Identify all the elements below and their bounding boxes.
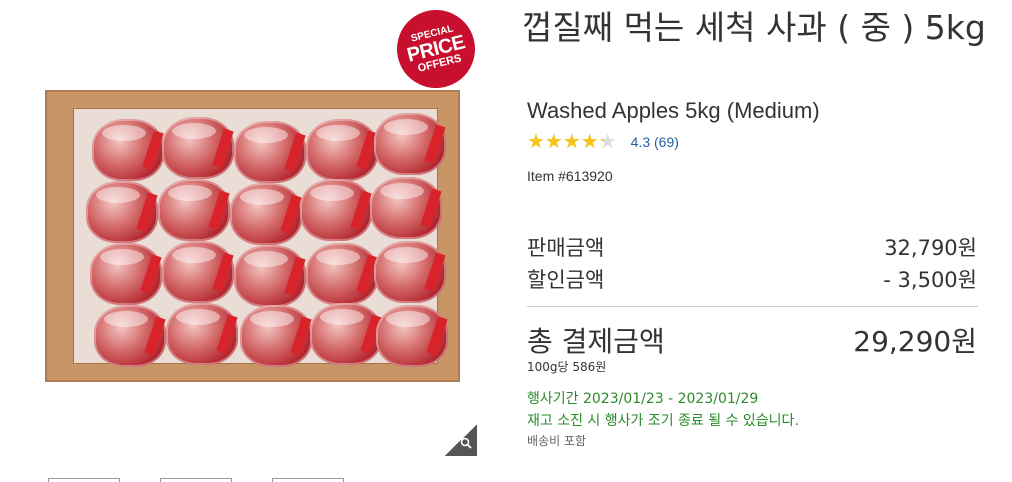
promotion-period: 행사기간 2023/01/23 - 2023/01/29 bbox=[527, 391, 759, 407]
zoom-button[interactable] bbox=[445, 424, 477, 456]
discount-row: 할인금액 - 3,500원 bbox=[527, 264, 977, 294]
sale-price-row: 판매금액 32,790원 bbox=[527, 232, 977, 262]
price-divider bbox=[527, 306, 978, 307]
shipping-info: 배송비 포함 bbox=[527, 434, 587, 448]
rating-value: 4.3 bbox=[630, 134, 651, 150]
product-image-gallery: SPECIAL PRICE OFFERS bbox=[0, 0, 500, 482]
rating[interactable]: ★★★★★ ★★★★★ 4.3 (69) bbox=[527, 132, 679, 152]
special-price-badge: SPECIAL PRICE OFFERS bbox=[388, 1, 484, 97]
item-number: Item #613920 bbox=[527, 168, 613, 184]
apple-box-illustration bbox=[73, 108, 448, 367]
total-price-row: 총 결제금액 29,290원 bbox=[527, 320, 977, 360]
product-detail-page: SPECIAL PRICE OFFERS 껍질째 먹는 세척 사과 ( 중 ) … bbox=[0, 0, 1012, 482]
thumbnail[interactable] bbox=[272, 478, 344, 482]
discount-value: - 3,500원 bbox=[883, 268, 977, 292]
magnifier-icon bbox=[460, 437, 472, 452]
star-icon: ★★★★★ ★★★★★ bbox=[527, 132, 617, 152]
promotion-note: 재고 소진 시 행사가 조기 종료 될 수 있습니다. bbox=[527, 413, 799, 429]
thumbnail-strip bbox=[0, 478, 500, 482]
rating-link[interactable]: 4.3 (69) bbox=[631, 134, 679, 150]
star-rating-fill: ★★★★★ bbox=[527, 132, 604, 152]
discount-label: 할인금액 bbox=[527, 268, 605, 292]
thumbnail[interactable] bbox=[160, 478, 232, 482]
review-count: (69) bbox=[654, 134, 679, 150]
thumbnail[interactable] bbox=[48, 478, 120, 482]
total-price-label: 총 결제금액 bbox=[527, 325, 665, 358]
sale-price-label: 판매금액 bbox=[527, 236, 605, 260]
total-price-value: 29,290원 bbox=[853, 325, 977, 358]
product-image[interactable] bbox=[45, 90, 460, 382]
product-subtitle: Washed Apples 5kg (Medium) bbox=[527, 98, 820, 123]
unit-price: 100g당 586원 bbox=[527, 360, 607, 374]
sale-price-value: 32,790원 bbox=[884, 236, 977, 260]
product-title: 껍질째 먹는 세척 사과 ( 중 ) 5kg bbox=[522, 8, 986, 47]
